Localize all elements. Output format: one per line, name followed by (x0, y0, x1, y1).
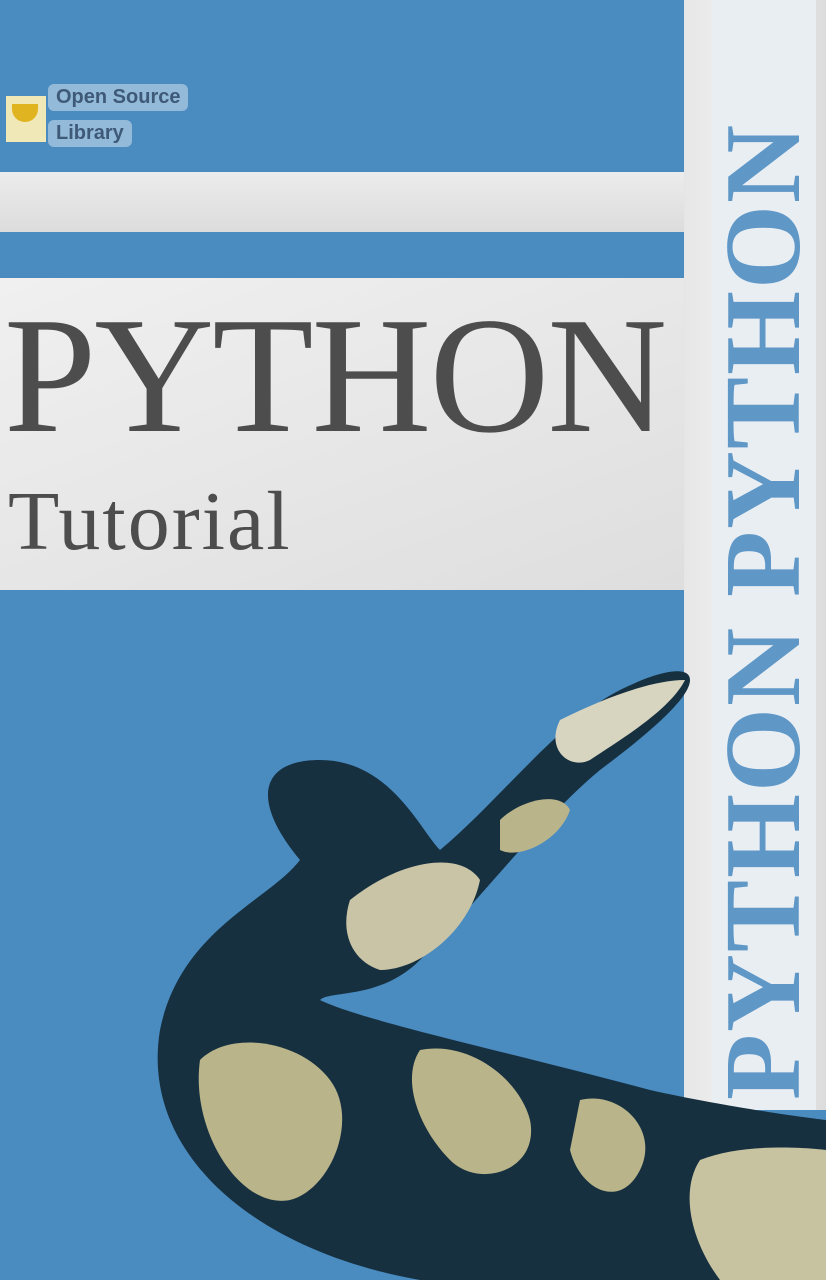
python-snake-image (157, 671, 826, 1280)
snake-pattern (689, 1147, 826, 1280)
